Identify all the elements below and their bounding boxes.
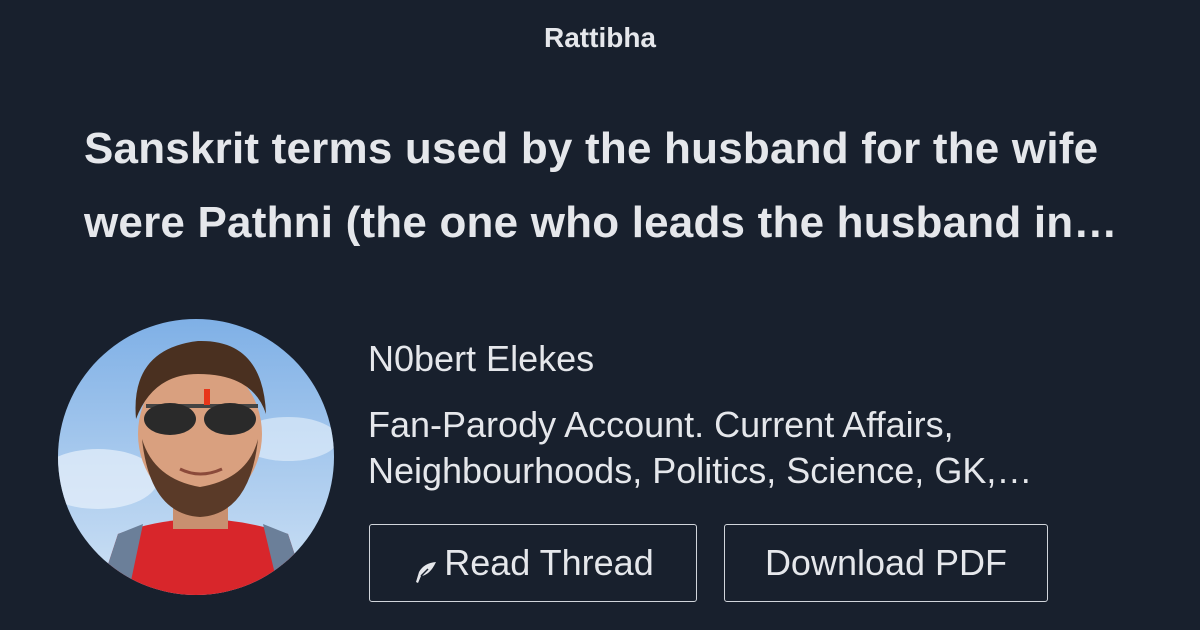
author-bio: Fan-Parody Account. Current Affairs, Nei… — [368, 404, 997, 491]
avatar-image — [58, 319, 334, 595]
read-thread-button[interactable]: Read Thread — [369, 524, 697, 602]
thread-title: Sanskrit terms used by the husband for t… — [84, 124, 1099, 247]
feather-icon — [412, 553, 438, 583]
avatar — [58, 319, 334, 595]
download-pdf-label: Download PDF — [764, 542, 1008, 583]
brand-name: Rattibha — [544, 22, 656, 53]
read-thread-label: Read Thread — [444, 542, 654, 583]
download-pdf-button[interactable]: Download PDF — [724, 524, 1048, 602]
author-name: N0bert Elekes — [368, 338, 595, 379]
